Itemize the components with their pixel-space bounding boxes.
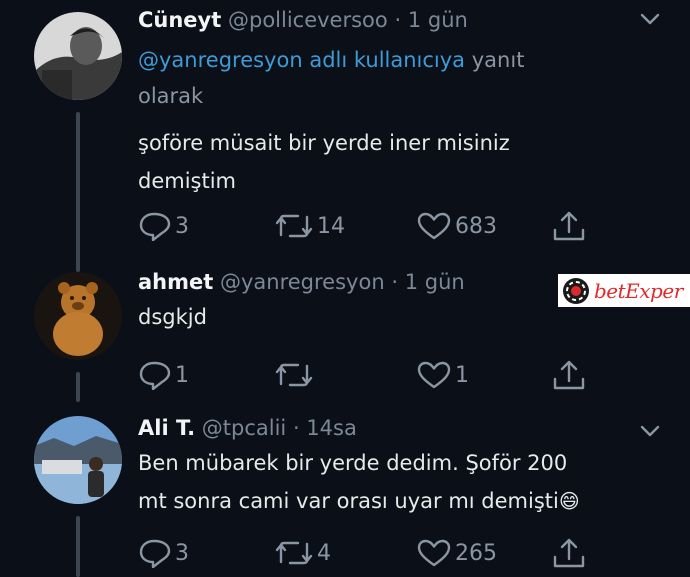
betexper-watermark: betExper <box>558 274 690 307</box>
chevron-down-icon[interactable] <box>640 12 660 26</box>
separator-dot: · <box>391 270 399 294</box>
like-button[interactable]: 683 <box>416 211 497 241</box>
heart-icon <box>417 539 451 567</box>
retweet-icon <box>275 214 313 238</box>
reply-icon <box>139 212 171 241</box>
tweet-text: Ben mübarek bir yerde dedim. Şoför 200 m… <box>138 444 670 520</box>
tweet-text-line: Ben mübarek bir yerde dedim. Şoför 200 <box>138 451 568 475</box>
share-button[interactable] <box>552 211 586 241</box>
share-button[interactable] <box>552 538 586 568</box>
reply-context: @yanregresyon adlı kullanıcıya yanıt ola… <box>138 42 670 114</box>
user-handle[interactable]: @tpcalii <box>202 416 286 440</box>
watermark-brand: betExper <box>594 278 683 303</box>
reply-context-suffix: yanıt <box>471 48 525 72</box>
display-name[interactable]: ahmet <box>138 270 213 294</box>
retweet-icon <box>275 541 313 565</box>
reply-icon <box>139 539 171 568</box>
reply-count: 1 <box>175 362 189 388</box>
retweet-icon <box>275 363 313 387</box>
retweet-count: 4 <box>317 540 331 566</box>
tweet-actions: 1 1 <box>138 360 598 390</box>
reply-button[interactable]: 1 <box>138 360 189 390</box>
reply-count: 3 <box>175 213 189 239</box>
timestamp[interactable]: 14sa <box>306 416 357 440</box>
avatar[interactable] <box>34 416 122 504</box>
like-count: 265 <box>455 540 497 566</box>
timestamp[interactable]: 1 gün <box>405 270 465 294</box>
user-handle[interactable]: @polliceversoo <box>228 8 388 32</box>
retweet-button[interactable]: 14 <box>274 211 345 241</box>
share-icon <box>553 538 585 568</box>
grinning-emoji: 😄 <box>558 489 580 513</box>
reply-icon <box>139 361 171 390</box>
separator-dot: · <box>292 416 300 440</box>
tweet-actions: 3 14 683 <box>138 211 598 241</box>
tweet-header: Ali T. @tpcalii · 14sa <box>138 414 670 442</box>
user-handle[interactable]: @yanregresyon <box>220 270 385 294</box>
heart-icon <box>417 212 451 240</box>
avatar-image <box>34 416 122 504</box>
share-icon <box>553 360 585 390</box>
tweet-cuneyt[interactable]: Cüneyt @polliceversoo · 1 gün @yanregres… <box>0 0 690 272</box>
tweet-text-line: şoföre müsait bir yerde iner misiniz <box>138 131 510 155</box>
tweet-header: Cüneyt @polliceversoo · 1 gün <box>138 6 670 34</box>
reply-count: 3 <box>175 540 189 566</box>
thread-line <box>76 516 80 577</box>
retweet-button[interactable] <box>274 360 317 390</box>
retweet-count: 14 <box>317 213 345 239</box>
reply-button[interactable]: 3 <box>138 211 189 241</box>
chevron-down-icon[interactable] <box>640 424 660 438</box>
like-button[interactable]: 1 <box>416 360 469 390</box>
tweet-text-line: mt sonra cami var orası uyar mı demişti <box>138 489 559 513</box>
like-button[interactable]: 265 <box>416 538 497 568</box>
like-count: 1 <box>455 362 469 388</box>
tweet-ali[interactable]: Ali T. @tpcalii · 14sa Ben mübarek bir y… <box>0 408 690 577</box>
avatar[interactable] <box>34 12 122 100</box>
thread-line <box>76 112 80 272</box>
avatar[interactable] <box>34 272 122 360</box>
tweet-actions: 3 4 265 <box>138 538 598 568</box>
avatar-image <box>34 12 122 100</box>
tweet-text-line: dsgkjd <box>138 305 207 329</box>
thread-line <box>76 372 80 402</box>
casino-chip-icon <box>563 277 589 304</box>
separator-dot: · <box>394 8 402 32</box>
share-button[interactable] <box>552 360 586 390</box>
like-count: 683 <box>455 213 497 239</box>
heart-icon <box>417 361 451 389</box>
display-name[interactable]: Ali T. <box>138 416 195 440</box>
reply-button[interactable]: 3 <box>138 538 189 568</box>
retweet-button[interactable]: 4 <box>274 538 331 568</box>
timestamp[interactable]: 1 gün <box>408 8 468 32</box>
reply-context-line2: olarak <box>138 84 204 108</box>
reply-mention-link[interactable]: @yanregresyon adlı kullanıcıya <box>138 48 465 72</box>
tweet-text: şoföre müsait bir yerde iner misiniz dem… <box>138 124 670 200</box>
share-icon <box>553 211 585 241</box>
avatar-image <box>34 272 122 360</box>
display-name[interactable]: Cüneyt <box>138 8 221 32</box>
tweet-text-line: demiştim <box>138 169 237 193</box>
